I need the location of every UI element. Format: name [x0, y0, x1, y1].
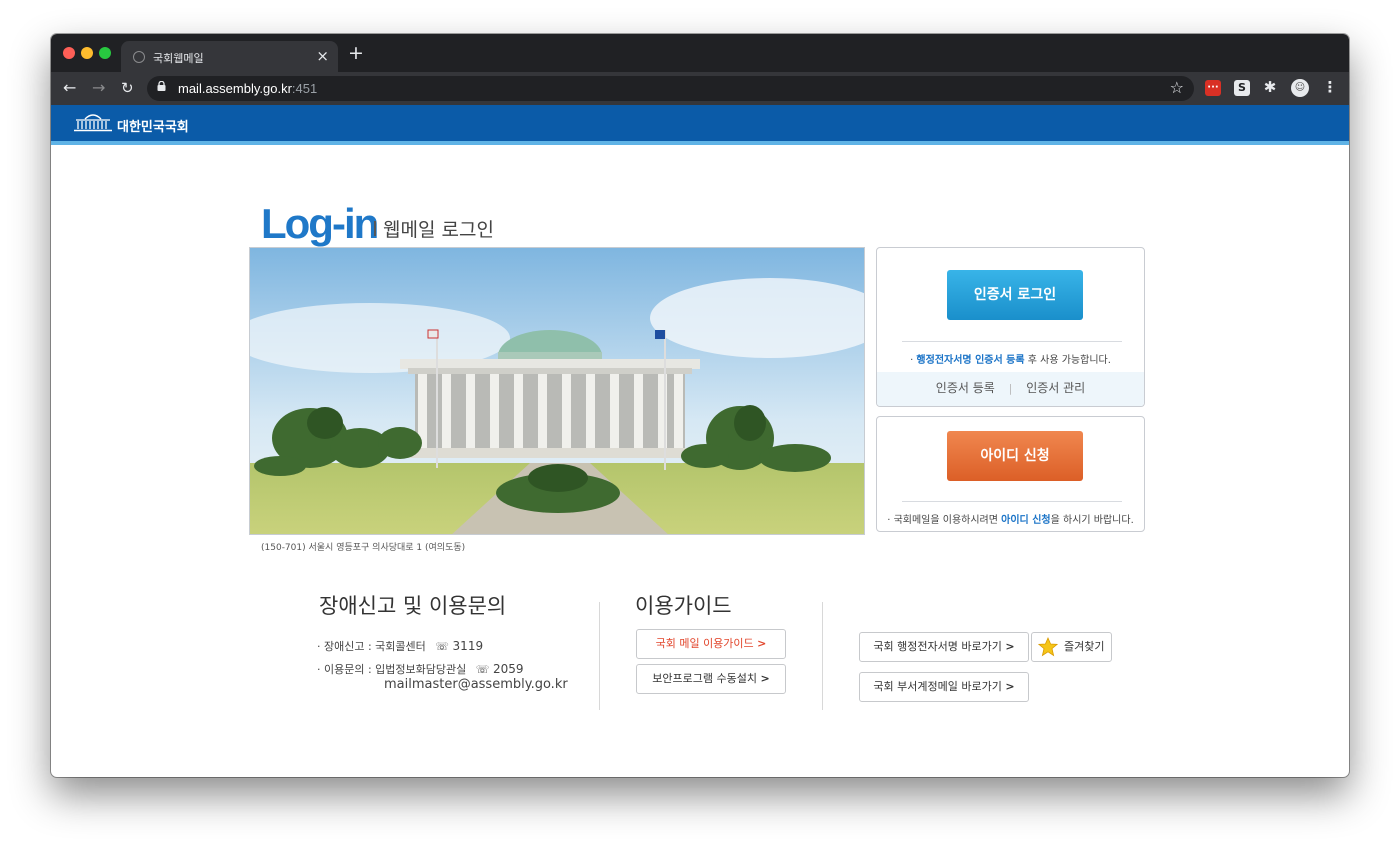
esign-shortcut-button[interactable]: 국회 행정전자서명 바로가기 > — [859, 632, 1029, 662]
report-row: · 장애신고 : 국회콜센터 ☏ 3119 — [317, 638, 483, 654]
panel-divider — [902, 501, 1122, 502]
url-host: mail.assembly.go.kr — [178, 81, 292, 96]
certificate-login-panel: 인증서 로그인 · 행정전자서명 인증서 등록 후 사용 가능합니다. 인증서 … — [876, 247, 1145, 407]
maximize-window-button[interactable] — [99, 47, 111, 59]
mail-guide-button[interactable]: 국회 메일 이용가이드 > — [636, 629, 786, 659]
note-suffix: 후 사용 가능합니다. — [1024, 355, 1111, 366]
certificate-note: · 행정전자서명 인증서 등록 후 사용 가능합니다. — [877, 351, 1144, 366]
chevron-right-icon: > — [760, 672, 770, 685]
report-label: · 장애신고 : 국회콜센터 — [317, 640, 426, 653]
lock-icon — [157, 81, 166, 91]
new-tab-button[interactable]: + — [348, 43, 364, 63]
link-divider: | — [1008, 382, 1013, 395]
minimize-window-button[interactable] — [81, 47, 93, 59]
postal-address: (150-701) 서울시 영등포구 의사당대로 1 (여의도동) — [261, 543, 466, 553]
s-extension-icon[interactable]: S — [1234, 80, 1250, 96]
inquiry-number: 2059 — [493, 662, 524, 676]
url-port: :451 — [291, 81, 318, 96]
chevron-right-icon: > — [1005, 640, 1015, 653]
star-icon — [1038, 637, 1058, 657]
certificate-register-link[interactable]: 인증서 등록 — [936, 381, 995, 395]
phone-icon: ☏ — [435, 640, 450, 653]
forward-arrow-icon[interactable]: → — [92, 78, 105, 98]
site-name[interactable]: 대한민국국회 — [117, 116, 189, 135]
id-application-button[interactable]: 아이디 신청 — [947, 431, 1083, 481]
close-window-button[interactable] — [63, 47, 75, 59]
profile-avatar-icon[interactable]: ☺ — [1291, 79, 1309, 97]
site-header: 대한민국국회 — [51, 105, 1349, 145]
phone-icon: ☏ — [475, 663, 490, 676]
esign-register-link[interactable]: 행정전자서명 인증서 등록 — [916, 355, 1024, 366]
favorites-button[interactable]: 즐겨찾기 — [1031, 632, 1112, 662]
guide-title: 이용가이드 — [635, 594, 732, 618]
security-install-button[interactable]: 보안프로그램 수동설치 > — [636, 664, 786, 694]
note-suffix: 을 하시기 바랍니다. — [1050, 515, 1134, 526]
certificate-login-button[interactable]: 인증서 로그인 — [947, 270, 1083, 320]
certificate-links: 인증서 등록 | 인증서 관리 — [877, 372, 1144, 406]
assembly-logo-icon[interactable] — [73, 112, 113, 132]
globe-icon — [133, 51, 145, 63]
section-divider — [822, 602, 823, 710]
tab-title: 국회웹메일 — [153, 52, 204, 65]
address-bar[interactable]: mail.assembly.go.kr:451 ☆ — [147, 76, 1194, 101]
section-divider — [599, 602, 600, 710]
bookmark-star-icon[interactable]: ☆ — [1170, 78, 1184, 97]
assembly-building-illustration — [250, 248, 864, 534]
login-heading: Log-in 웹메일 로그인 — [261, 200, 494, 247]
favorites-label: 즐겨찾기 — [1064, 640, 1105, 653]
mail-guide-label: 국회 메일 이용가이드 — [655, 637, 754, 650]
report-number: 3119 — [452, 639, 484, 653]
chevron-right-icon: > — [757, 637, 767, 650]
note-prefix: · 국회메일을 이용하시려면 — [887, 515, 1002, 526]
security-install-label: 보안프로그램 수동설치 — [652, 672, 757, 685]
chevron-right-icon: > — [1005, 680, 1015, 693]
url-text: mail.assembly.go.kr:451 — [178, 81, 317, 96]
id-application-panel: 아이디 신청 · 국회메일을 이용하시려면 아이디 신청을 하시기 바랍니다. — [876, 416, 1145, 532]
login-subtitle: 웹메일 로그인 — [383, 219, 494, 241]
inquiry-row: · 이용문의 : 입법정보화담당관실 ☏ 2059 — [317, 661, 524, 677]
heading-separator — [374, 221, 376, 236]
browser-window: 국회웹메일 × + ← → ↻ mail.assembly.go.kr:451 … — [51, 34, 1349, 777]
esign-shortcut-label: 국회 행정전자서명 바로가기 — [873, 640, 1002, 653]
browser-tab[interactable]: 국회웹메일 × — [121, 41, 338, 72]
assembly-building-image — [249, 247, 865, 535]
id-note: · 국회메일을 이용하시려면 아이디 신청을 하시기 바랍니다. — [877, 511, 1144, 526]
tab-close-icon[interactable]: × — [316, 47, 329, 65]
support-email[interactable]: mailmaster@assembly.go.kr — [384, 677, 568, 692]
extension-puzzle-icon[interactable]: ✱ — [1262, 79, 1278, 95]
dept-mail-shortcut-label: 국회 부서계정메일 바로가기 — [873, 680, 1002, 693]
panel-divider — [902, 341, 1122, 342]
browser-titlebar: 국회웹메일 × + — [51, 34, 1349, 72]
certificate-manage-link[interactable]: 인증서 관리 — [1026, 381, 1085, 395]
browser-toolbar: ← → ↻ mail.assembly.go.kr:451 ☆ ··· S ✱ … — [51, 72, 1349, 105]
red-extension-icon[interactable]: ··· — [1205, 80, 1221, 96]
reload-icon[interactable]: ↻ — [121, 78, 134, 98]
support-title: 장애신고 및 이용문의 — [319, 594, 507, 618]
dept-mail-shortcut-button[interactable]: 국회 부서계정메일 바로가기 > — [859, 672, 1029, 702]
more-menu-icon[interactable]: ⋮ — [1322, 79, 1338, 95]
back-arrow-icon[interactable]: ← — [63, 78, 76, 98]
inquiry-label: · 이용문의 : 입법정보화담당관실 — [317, 663, 467, 676]
login-title: Log-in — [261, 200, 379, 247]
id-apply-link[interactable]: 아이디 신청 — [1001, 515, 1050, 526]
